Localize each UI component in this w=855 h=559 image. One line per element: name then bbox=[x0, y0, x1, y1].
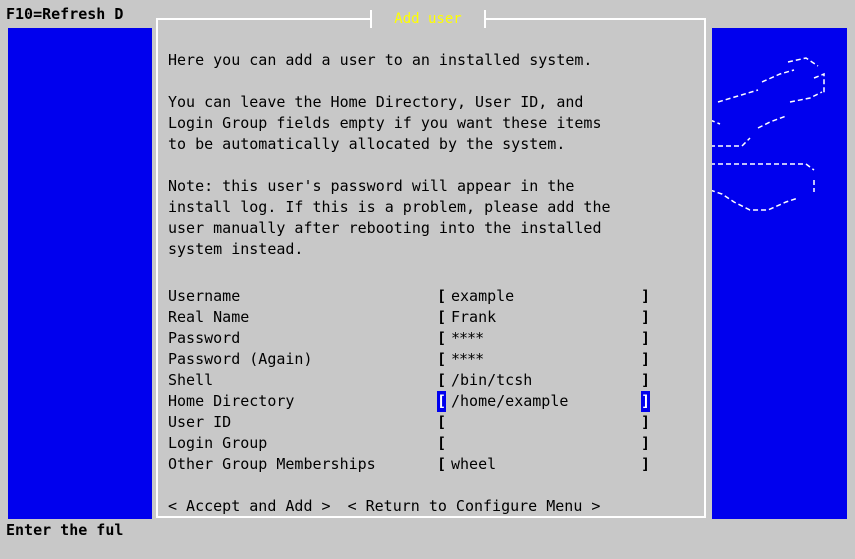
field-bracket-left: [ bbox=[437, 329, 447, 347]
dialog-buttons: < Accept and Add > < Return to Configure … bbox=[168, 496, 600, 517]
field-bracket-left: [ bbox=[437, 350, 447, 368]
user-id-field[interactable]: [ ] bbox=[437, 412, 653, 433]
return-to-configure-menu-button[interactable]: < Return to Configure Menu > bbox=[348, 497, 601, 515]
info-paragraph: You can leave the Home Directory, User I… bbox=[168, 93, 602, 153]
other-groups-label: Other Group Memberships bbox=[168, 455, 376, 473]
intro-text: Here you can add a user to an installed … bbox=[168, 51, 593, 69]
field-bracket-right: ] bbox=[641, 308, 651, 326]
password-again-label: Password (Again) bbox=[168, 350, 313, 368]
shell-label: Shell bbox=[168, 371, 214, 389]
login-group-label: Login Group bbox=[168, 434, 268, 452]
other-groups-value: wheel bbox=[451, 455, 497, 473]
password-again-field[interactable]: [ **** ] bbox=[437, 349, 653, 370]
field-bracket-left-focused: [ bbox=[437, 391, 447, 412]
field-bracket-right: ] bbox=[641, 350, 651, 368]
field-bracket-left: [ bbox=[437, 287, 447, 305]
username-value: example bbox=[451, 287, 515, 305]
login-group-field[interactable]: [ ] bbox=[437, 433, 653, 454]
user-form: Username [ example ] Real Name [ Frank ]… bbox=[168, 286, 651, 475]
field-bracket-left: [ bbox=[437, 308, 447, 326]
username-row: Username [ example ] bbox=[168, 286, 650, 307]
accept-and-add-button[interactable]: < Accept and Add > bbox=[168, 497, 331, 515]
password-again-value: **** bbox=[451, 350, 484, 368]
home-directory-row: Home Directory [ /home/example ] bbox=[168, 391, 651, 412]
user-id-row: User ID [ ] bbox=[168, 412, 650, 433]
username-field[interactable]: [ example ] bbox=[437, 286, 653, 307]
user-id-label: User ID bbox=[168, 413, 232, 431]
realname-field[interactable]: [ Frank ] bbox=[437, 307, 653, 328]
field-bracket-right: ] bbox=[641, 413, 651, 431]
password-note-paragraph: Note: this user's password will appear i… bbox=[168, 177, 611, 258]
realname-row: Real Name [ Frank ] bbox=[168, 307, 650, 328]
realname-value: Frank bbox=[451, 308, 497, 326]
dialog-title: Add user bbox=[370, 8, 486, 30]
username-label: Username bbox=[168, 287, 241, 305]
bottom-help-text: Enter the ful bbox=[6, 521, 124, 539]
realname-label: Real Name bbox=[168, 308, 250, 326]
password-again-row: Password (Again) [ **** ] bbox=[168, 349, 650, 370]
field-bracket-right: ] bbox=[641, 287, 651, 305]
password-field[interactable]: [ **** ] bbox=[437, 328, 653, 349]
field-bracket-right: ] bbox=[641, 455, 651, 473]
password-label: Password bbox=[168, 329, 241, 347]
field-bracket-left: [ bbox=[437, 371, 447, 389]
field-bracket-right: ] bbox=[641, 434, 651, 452]
home-directory-field[interactable]: [ /home/example ] bbox=[437, 391, 653, 412]
freebsd-ascii-logo-icon bbox=[709, 57, 825, 211]
add-user-dialog: Add user Here you can add a user to an i… bbox=[152, 8, 712, 522]
top-status-text: F10=Refresh D bbox=[6, 5, 124, 23]
login-group-row: Login Group [ ] bbox=[168, 433, 650, 454]
field-bracket-left: [ bbox=[437, 434, 447, 452]
home-directory-value: /home/example bbox=[451, 392, 569, 410]
home-directory-label: Home Directory bbox=[168, 392, 295, 410]
shell-field[interactable]: [ /bin/tcsh ] bbox=[437, 370, 653, 391]
bottom-help-bar: Enter the ful bbox=[0, 519, 855, 542]
field-bracket-right: ] bbox=[641, 371, 651, 389]
password-row: Password [ **** ] bbox=[168, 328, 650, 349]
other-groups-row: Other Group Memberships [ wheel ] bbox=[168, 454, 650, 475]
field-bracket-right-focused: ] bbox=[641, 391, 651, 412]
password-value: **** bbox=[451, 329, 484, 347]
field-bracket-left: [ bbox=[437, 413, 447, 431]
shell-row: Shell [ /bin/tcsh ] bbox=[168, 370, 650, 391]
field-bracket-left: [ bbox=[437, 455, 447, 473]
other-groups-field[interactable]: [ wheel ] bbox=[437, 454, 653, 475]
field-bracket-right: ] bbox=[641, 329, 651, 347]
shell-value: /bin/tcsh bbox=[451, 371, 533, 389]
